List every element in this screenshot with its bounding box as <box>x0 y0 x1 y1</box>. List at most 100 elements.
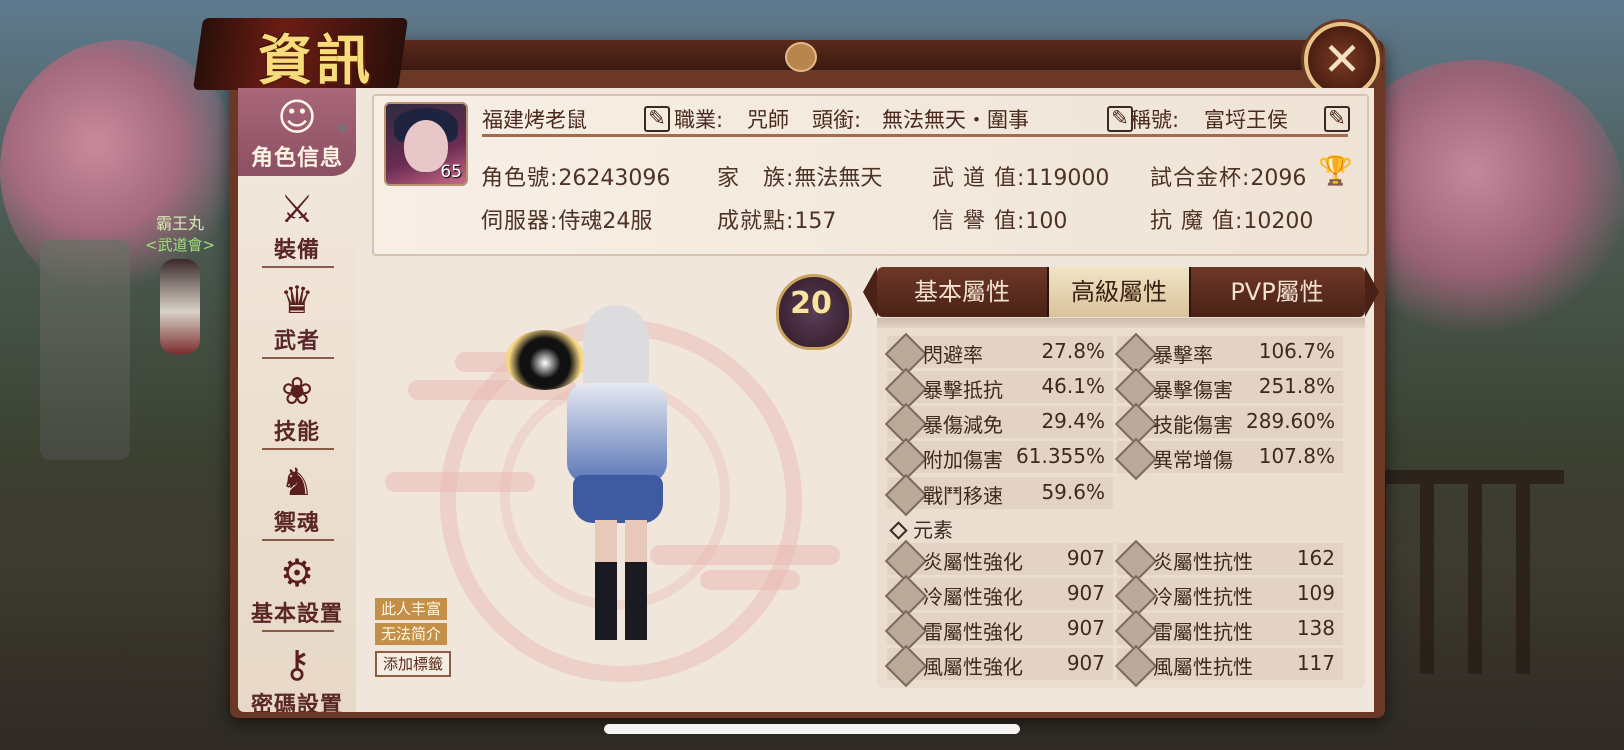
edit-name-icon[interactable]: ✎ <box>644 106 670 132</box>
anti-demon-label: 抗 魔 值: <box>1150 209 1244 234</box>
attr-value: 162 <box>1296 546 1335 570</box>
attr-value: 907 <box>1066 581 1105 605</box>
attr-value: 907 <box>1066 546 1105 570</box>
attr-value: 907 <box>1066 651 1105 675</box>
tab-advanced-attributes[interactable]: 高級屬性 <box>1047 267 1191 317</box>
reputation-value: 100 <box>1025 209 1068 234</box>
cup-label: 試合金杯: <box>1150 166 1251 191</box>
home-indicator-bar[interactable] <box>604 724 1020 734</box>
trophy-icon: 🏆 <box>1318 154 1353 187</box>
tab-right-arrow-icon <box>1365 267 1379 317</box>
sidebar-item-equipment[interactable]: ⚔ 裝備 <box>238 180 356 268</box>
family-value: 無法無天 <box>794 166 883 191</box>
sidebar-divider <box>262 539 334 541</box>
swirl-icon: ❀ <box>281 369 313 413</box>
attribute-tabs: 基本屬性 高級屬性 PVP屬性 <box>877 267 1365 317</box>
family-label: 家 族: <box>717 166 795 191</box>
attr-name: 冷屬性抗性 <box>1153 585 1253 609</box>
attr-cell: 暴擊率 106.7% <box>1114 332 1343 376</box>
edit-title-icon[interactable]: ✎ <box>1324 106 1350 132</box>
character-icon: ☺ <box>277 95 317 139</box>
tab-pvp-attributes[interactable]: PVP屬性 <box>1189 267 1365 317</box>
sidebar-divider <box>262 630 334 632</box>
npc-guild: <武道會> <box>144 236 216 254</box>
sidebar-item-label: 武者 <box>273 329 320 354</box>
title-label: 稱號: <box>1130 108 1180 132</box>
attr-name: 炎屬性強化 <box>923 550 1023 574</box>
sidebar-item-settings[interactable]: ⚙ 基本設置 <box>238 544 356 632</box>
attr-name: 雷屬性抗性 <box>1153 620 1253 644</box>
reputation-label: 信 譽 值: <box>932 209 1026 234</box>
sidebar-item-label: 基本設置 <box>250 602 343 627</box>
spirit-icon: ♞ <box>279 460 315 504</box>
rank-badge: 20 <box>772 270 852 350</box>
player-name: 福建烤老鼠 <box>482 108 587 132</box>
attr-name: 風屬性抗性 <box>1153 655 1253 679</box>
attr-cell: 雷屬性抗性 138 <box>1114 609 1343 653</box>
close-button[interactable]: ✕ <box>1304 22 1380 98</box>
sidebar: ☺ 角色信息 ⚔ 裝備 ♛ 武者 ❀ 技能 ♞ 禦魂 ⚙ 基本設置 ⚷ 密碼設置 <box>238 88 356 712</box>
character-leg <box>625 520 647 640</box>
sidebar-item-password[interactable]: ⚷ 密碼設置 <box>238 635 356 712</box>
job-label: 職業: <box>674 108 724 132</box>
sidebar-item-label: 裝備 <box>273 238 320 263</box>
character-torso <box>567 383 667 483</box>
sidebar-divider <box>262 448 334 450</box>
attr-value: 109 <box>1296 581 1335 605</box>
attr-name: 暴傷減免 <box>923 413 1003 437</box>
player-avatar[interactable]: 65 <box>384 102 468 186</box>
element-section-label: 元素 <box>913 518 953 542</box>
attr-cell: 暴擊傷害 251.8% <box>1114 367 1343 411</box>
attr-name: 暴擊率 <box>1153 343 1213 367</box>
cup-stat: 試合金杯:2096 <box>1150 160 1306 192</box>
attr-value: 61.355% <box>1016 444 1105 468</box>
window-title: 資訊 <box>258 28 374 92</box>
title-value: 富埒王侯 <box>1204 108 1288 132</box>
sidebar-item-warrior[interactable]: ♛ 武者 <box>238 271 356 359</box>
gear-icon: ⚙ <box>279 551 315 595</box>
attr-name: 雷屬性強化 <box>923 620 1023 644</box>
samurai-helmet-icon: ♛ <box>279 278 315 322</box>
element-section-title: 元素 <box>889 514 953 543</box>
attr-value: 106.7% <box>1258 339 1335 363</box>
npc-body <box>160 259 200 354</box>
attr-cell: 技能傷害 289.60% <box>1114 402 1343 446</box>
attr-value: 907 <box>1066 616 1105 640</box>
attr-value: 251.8% <box>1258 374 1335 398</box>
close-icon: ✕ <box>1322 32 1362 86</box>
attr-value: 289.60% <box>1246 409 1335 433</box>
anti-demon-stat: 抗 魔 值:10200 <box>1150 203 1313 235</box>
char-id-label: 角色號: <box>481 166 559 191</box>
tag-intro: 无法简介 <box>375 623 448 645</box>
attr-name: 炎屬性抗性 <box>1153 550 1253 574</box>
sidebar-item-skills[interactable]: ❀ 技能 <box>238 362 356 450</box>
attr-cell: 異常增傷 107.8% <box>1114 437 1343 481</box>
swords-icon: ⚔ <box>279 187 315 231</box>
attr-cell: 閃避率 27.8% <box>884 332 1113 376</box>
decor-stripe <box>700 570 800 590</box>
npc-name: 霸王丸 <box>155 214 204 233</box>
sidebar-item-spirit[interactable]: ♞ 禦魂 <box>238 453 356 541</box>
shuriken-icon: ✦ <box>333 117 352 142</box>
char-id-value: 26243096 <box>558 166 671 191</box>
attr-cell: 風屬性抗性 117 <box>1114 644 1343 688</box>
attr-cell: 戰鬥移速 59.6% <box>884 473 1113 517</box>
character-model[interactable] <box>555 305 685 655</box>
add-tag-button[interactable]: 添加標籤 <box>375 651 452 677</box>
reputation-stat: 信 譽 值:100 <box>932 203 1067 235</box>
background-stone-lantern <box>40 240 130 460</box>
attr-cell: 冷屬性抗性 109 <box>1114 574 1343 618</box>
attr-name: 技能傷害 <box>1153 413 1233 437</box>
tab-basic-attributes[interactable]: 基本屬性 <box>877 267 1047 317</box>
scrolled-row-partial <box>877 318 1365 328</box>
attr-value: 107.8% <box>1258 444 1335 468</box>
achievement-label: 成就點: <box>717 209 795 234</box>
npc-character[interactable]: 霸王丸 <武道會> <box>140 210 220 354</box>
attr-name: 異常增傷 <box>1153 448 1233 472</box>
attr-value: 46.1% <box>1041 374 1105 398</box>
decor-stripe <box>385 472 535 492</box>
attr-name: 附加傷害 <box>923 448 1003 472</box>
attr-cell: 冷屬性強化 907 <box>884 574 1113 618</box>
server-value: 侍魂24服 <box>558 209 653 234</box>
attr-cell: 風屬性強化 907 <box>884 644 1113 688</box>
